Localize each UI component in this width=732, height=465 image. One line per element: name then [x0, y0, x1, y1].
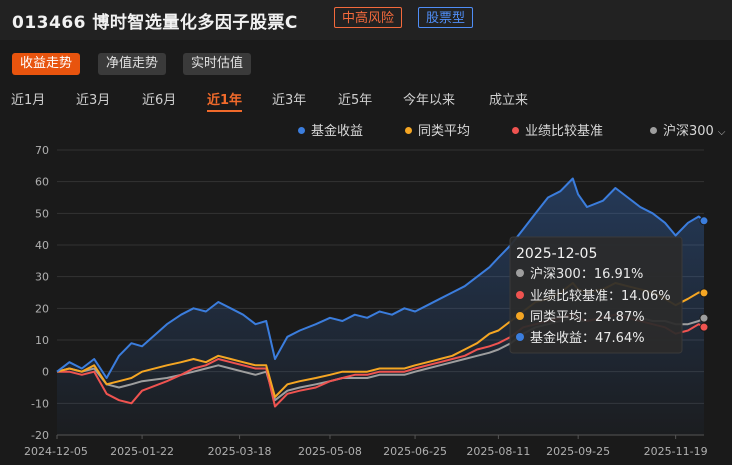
x-tick-label: 2025-05-08 [298, 445, 362, 458]
tooltip-dot-benchmark [516, 291, 524, 299]
series-end-marker-2 [699, 322, 709, 332]
y-tick-label: 10 [35, 334, 49, 347]
y-tick-label: 0 [42, 366, 49, 379]
x-tick-label: 2024-12-05 [24, 445, 88, 458]
tooltip-row-csi300: 沪深300：16.91% [530, 266, 643, 282]
y-tick-label: 60 [35, 176, 49, 189]
tooltip-row-peer: 同类平均：24.87% [530, 310, 645, 325]
series-end-marker-1 [699, 288, 709, 298]
y-tick-label: -20 [31, 429, 49, 442]
x-tick-label: 2025-11-19 [644, 445, 708, 458]
y-tick-label: 30 [35, 271, 49, 284]
return-chart[interactable]: -20 -10 0 10 20 30 40 50 60 70 2024-12-05 2025-01-… [0, 0, 732, 465]
tooltip-dot-fund [516, 333, 524, 341]
series-end-marker-0 [699, 216, 709, 226]
x-tick-label: 2025-06-25 [383, 445, 447, 458]
x-tick-label: 2025-08-11 [466, 445, 530, 458]
y-tick-label: -10 [31, 397, 49, 410]
tooltip-dot-peer [516, 312, 524, 320]
y-tick-label: 20 [35, 302, 49, 315]
x-tick-label: 2025-01-22 [110, 445, 174, 458]
x-tick-label: 2025-09-25 [546, 445, 610, 458]
y-tick-label: 50 [35, 207, 49, 220]
series-end-marker-3 [699, 313, 709, 323]
tooltip-dot-csi300 [516, 269, 524, 277]
chart-tooltip: 2025-12-05 沪深300：16.91% 业绩比较基准：14.06% 同类… [509, 236, 683, 354]
x-tick-label: 2025-03-18 [208, 445, 272, 458]
y-tick-label: 40 [35, 239, 49, 252]
y-tick-label: 70 [35, 144, 49, 157]
tooltip-row-fund: 基金收益：47.64% [530, 330, 645, 346]
tooltip-row-benchmark: 业绩比较基准：14.06% [530, 289, 671, 304]
tooltip-date: 2025-12-05 [516, 246, 597, 262]
